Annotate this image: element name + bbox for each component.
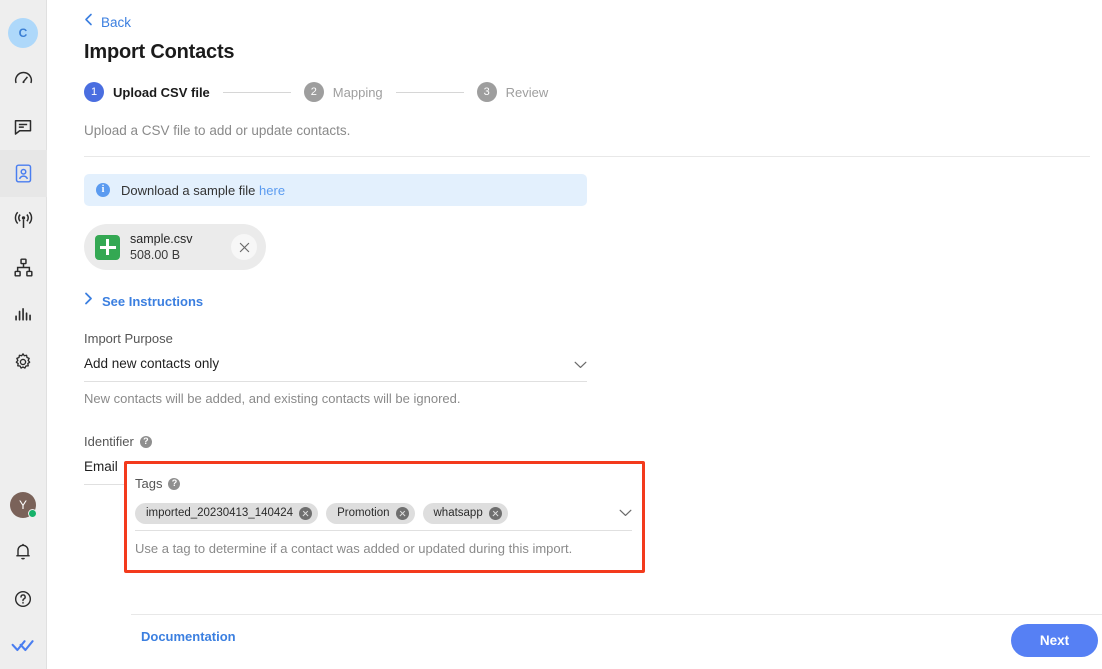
back-label: Back bbox=[101, 14, 132, 30]
see-instructions-label: See Instructions bbox=[102, 293, 204, 309]
chevron-right-icon bbox=[84, 292, 93, 310]
sample-file-banner: i Download a sample file here bbox=[84, 174, 587, 206]
sidebar-item-help[interactable] bbox=[0, 575, 47, 622]
sidebar-workspace-avatar[interactable]: C bbox=[0, 9, 47, 56]
see-instructions-toggle[interactable]: See Instructions bbox=[84, 292, 203, 310]
app-root: C Y Back Import Contacts 1 Upload CSV fi… bbox=[0, 0, 1102, 669]
remove-tag-icon[interactable] bbox=[395, 506, 409, 520]
chevron-down-icon bbox=[574, 356, 587, 374]
sidebar: C Y bbox=[0, 0, 47, 669]
sitemap-icon bbox=[13, 257, 34, 278]
question-mark-icon[interactable]: ? bbox=[139, 435, 152, 448]
tags-label: Tags ? bbox=[135, 476, 632, 491]
sidebar-user-avatar[interactable]: Y bbox=[0, 481, 47, 528]
sample-file-link[interactable]: here bbox=[259, 183, 285, 198]
tag-chip[interactable]: imported_20230413_140424 bbox=[135, 502, 319, 524]
step-connector bbox=[222, 91, 291, 93]
intro-text: Upload a CSV file to add or update conta… bbox=[84, 123, 351, 138]
tag-chip-label: Promotion bbox=[337, 507, 390, 519]
import-purpose-hint: New contacts will be added, and existing… bbox=[84, 391, 461, 406]
import-purpose-label-text: Import Purpose bbox=[84, 331, 173, 346]
user-avatar-initial: Y bbox=[18, 497, 27, 512]
sidebar-item-broadcast[interactable] bbox=[0, 197, 47, 244]
chevron-left-icon bbox=[84, 13, 93, 31]
tag-chip[interactable]: Promotion bbox=[326, 502, 415, 524]
footer-divider bbox=[131, 614, 1102, 615]
double-check-icon bbox=[11, 638, 35, 654]
spreadsheet-icon bbox=[95, 234, 120, 260]
remove-tag-icon[interactable] bbox=[488, 506, 502, 520]
sidebar-item-contacts[interactable] bbox=[0, 150, 47, 197]
tag-chip-label: imported_20230413_140424 bbox=[146, 507, 294, 519]
sidebar-item-messages[interactable] bbox=[0, 103, 47, 150]
sample-file-text: Download a sample file here bbox=[121, 183, 285, 198]
uploaded-file-name: sample.csv bbox=[130, 232, 193, 246]
tag-chip[interactable]: whatsapp bbox=[422, 502, 508, 524]
step-mapping[interactable]: 2 Mapping bbox=[303, 82, 383, 102]
chat-bubble-icon bbox=[13, 117, 33, 137]
question-mark-icon[interactable]: ? bbox=[168, 477, 181, 490]
chevron-down-icon bbox=[619, 504, 632, 522]
sidebar-item-dashboard[interactable] bbox=[0, 56, 47, 103]
next-button[interactable]: Next bbox=[1011, 624, 1098, 657]
back-button[interactable]: Back bbox=[84, 13, 131, 31]
remove-tag-icon[interactable] bbox=[299, 506, 313, 520]
uploaded-file-size: 508.00 B bbox=[130, 248, 181, 262]
speedometer-icon bbox=[13, 69, 34, 90]
step-number: 3 bbox=[476, 82, 497, 102]
identifier-label-text: Identifier bbox=[84, 434, 134, 449]
documentation-link[interactable]: Documentation bbox=[141, 629, 236, 644]
contact-card-icon bbox=[13, 163, 34, 184]
tag-chip-list: imported_20230413_140424 Promotion whats… bbox=[135, 502, 508, 524]
tag-chip-label: whatsapp bbox=[433, 507, 483, 519]
uploaded-file-meta: sample.csv 508.00 B bbox=[130, 232, 221, 262]
tags-input[interactable]: imported_20230413_140424 Promotion whats… bbox=[135, 500, 632, 531]
bell-icon bbox=[13, 542, 33, 562]
sidebar-item-analytics[interactable] bbox=[0, 291, 47, 338]
sample-file-label: Download a sample file bbox=[121, 182, 256, 198]
import-purpose-select[interactable]: Add new contacts only bbox=[84, 356, 587, 382]
step-number: 2 bbox=[303, 82, 324, 102]
workspace-avatar-initial: C bbox=[8, 17, 38, 48]
step-connector bbox=[395, 91, 464, 93]
sidebar-item-settings[interactable] bbox=[0, 338, 47, 385]
info-circle-icon: i bbox=[96, 183, 110, 197]
sidebar-app-logo[interactable] bbox=[0, 622, 47, 669]
import-purpose-label: Import Purpose bbox=[84, 331, 587, 346]
remove-file-button[interactable] bbox=[231, 234, 257, 260]
sidebar-item-workflows[interactable] bbox=[0, 244, 47, 291]
gear-icon bbox=[13, 352, 33, 372]
online-status-dot bbox=[28, 508, 37, 518]
avatar: Y bbox=[10, 491, 37, 518]
page-title: Import Contacts bbox=[84, 41, 235, 63]
tags-highlight-box: Tags ? imported_20230413_140424 Promotio… bbox=[124, 461, 645, 573]
tags-field: Tags ? imported_20230413_140424 Promotio… bbox=[135, 476, 632, 556]
identifier-value: Email bbox=[84, 459, 118, 474]
bar-chart-icon bbox=[13, 304, 34, 325]
stepper: 1 Upload CSV file 2 Mapping 3 Review bbox=[84, 82, 1102, 102]
import-purpose-field: Import Purpose Add new contacts only New… bbox=[84, 331, 587, 406]
step-label: Mapping bbox=[332, 84, 383, 100]
question-circle-icon bbox=[13, 589, 33, 609]
step-number: 1 bbox=[84, 82, 104, 102]
tags-hint: Use a tag to determine if a contact was … bbox=[135, 541, 573, 556]
import-purpose-value: Add new contacts only bbox=[84, 356, 220, 371]
uploaded-file-chip: sample.csv 508.00 B bbox=[84, 224, 266, 270]
section-divider bbox=[84, 156, 1090, 157]
broadcast-antenna-icon bbox=[13, 210, 34, 231]
sidebar-item-notifications[interactable] bbox=[0, 528, 47, 575]
step-label: Upload CSV file bbox=[113, 84, 210, 100]
step-review[interactable]: 3 Review bbox=[476, 82, 549, 102]
tags-label-text: Tags bbox=[135, 476, 163, 491]
step-upload-csv[interactable]: 1 Upload CSV file bbox=[84, 82, 210, 102]
step-label: Review bbox=[505, 84, 549, 100]
identifier-label: Identifier ? bbox=[84, 434, 587, 449]
main-content: Back Import Contacts 1 Upload CSV file 2… bbox=[47, 0, 1102, 669]
